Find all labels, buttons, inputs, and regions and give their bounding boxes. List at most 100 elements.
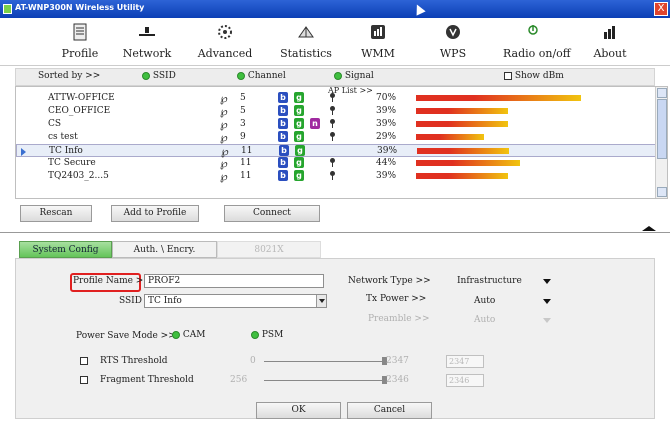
add-to-profile-button[interactable]: Add to Profile	[111, 205, 199, 222]
rts-value-box[interactable]: 2347	[446, 355, 484, 368]
ap-ssid: ATTW-OFFICE	[48, 93, 115, 103]
tx-power-value[interactable]: Auto	[474, 296, 495, 306]
preamble-dropdown-icon	[543, 318, 551, 323]
ssid-dropdown-icon[interactable]	[316, 295, 326, 307]
ap-signal-percent: 39%	[377, 146, 398, 156]
fragment-checkbox[interactable]	[80, 376, 88, 384]
toolbar-radio-label: Radio on/off	[503, 47, 571, 60]
signal-wave-icon: ℘	[220, 92, 228, 105]
ssid-combo[interactable]: TC Info	[144, 294, 327, 308]
signal-bar	[416, 134, 484, 140]
profile-name-label: Profile Name >>	[73, 276, 151, 286]
sort-ssid-option[interactable]: SSID	[142, 71, 176, 81]
toolbar-statistics-button[interactable]: Statistics	[276, 20, 336, 64]
802-11b-icon: b	[278, 92, 288, 103]
ap-row[interactable]: CEO_OFFICE ℘ 5 b g 39%	[16, 105, 656, 118]
collapse-arrow-icon[interactable]	[642, 226, 656, 231]
psm-label: PSM	[261, 330, 284, 340]
lock-icon	[330, 119, 335, 128]
cam-radio-icon[interactable]	[172, 330, 180, 339]
psm-option[interactable]: PSM	[251, 330, 283, 340]
ap-row[interactable]: cs test ℘ 9 b g 29%	[16, 131, 656, 144]
toolbar-wmm-button[interactable]: WMM	[348, 20, 408, 64]
psm-radio-icon[interactable]	[251, 330, 259, 339]
preamble-label: Preamble >>	[368, 314, 430, 324]
tab-system-config[interactable]: System Config	[19, 241, 112, 258]
cam-label: CAM	[182, 330, 206, 340]
ap-list-scrollbar[interactable]	[655, 87, 667, 198]
ap-row[interactable]: ATTW-OFFICE ℘ 5 b g 70%	[16, 92, 656, 105]
sort-channel-label: Channel	[247, 71, 286, 81]
tx-power-label: Tx Power >>	[366, 294, 427, 304]
signal-wave-icon: ℘	[220, 131, 228, 144]
802-11b-icon: b	[278, 118, 288, 129]
fragment-label: Fragment Threshold	[100, 375, 194, 385]
tx-power-dropdown-icon[interactable]	[543, 299, 551, 304]
network-type-label: Network Type >>	[348, 276, 431, 286]
ap-row[interactable]: TQ2403_2...5 ℘ 11 b g 39%	[16, 170, 656, 183]
system-config-panel: Profile Name >> PROF2 SSID >> TC Info Ne…	[15, 258, 655, 419]
toolbar-about-button[interactable]: About	[580, 20, 640, 64]
tab-auth-encry[interactable]: Auth. \ Encry.	[112, 241, 217, 258]
ap-channel: 9	[240, 132, 246, 142]
ap-signal-percent: 39%	[376, 106, 397, 116]
ap-signal-percent: 29%	[376, 132, 397, 142]
802-11g-icon: g	[295, 145, 305, 156]
802-11b-icon: b	[279, 145, 289, 156]
app-icon	[3, 4, 12, 14]
cancel-button[interactable]: Cancel	[347, 402, 432, 419]
tab-8021x[interactable]: 8021X	[217, 241, 321, 258]
802-11g-icon: g	[294, 131, 304, 142]
signal-bar	[416, 160, 520, 166]
channel-radio-icon	[237, 71, 245, 80]
rts-max: 2347	[386, 356, 409, 366]
connect-button[interactable]: Connect	[224, 205, 320, 222]
advanced-icon	[218, 25, 232, 39]
rts-checkbox[interactable]	[80, 357, 88, 365]
scroll-up-icon[interactable]	[657, 88, 667, 98]
rts-slider[interactable]	[264, 361, 384, 362]
config-area: System Config Auth. \ Encry. 8021X Profi…	[0, 233, 670, 422]
show-dbm-box[interactable]	[504, 71, 512, 80]
lock-icon	[330, 93, 335, 102]
close-button[interactable]: X	[654, 2, 668, 16]
network-type-value[interactable]: Infrastructure	[457, 276, 522, 286]
show-dbm-label: Show dBm	[514, 71, 564, 81]
ap-list[interactable]: AP List >> ATTW-OFFICE ℘ 5 b g 70% CEO_OFFICE ℘…	[15, 86, 668, 199]
sort-channel-option[interactable]: Channel	[237, 71, 286, 81]
ssid-radio-icon	[142, 71, 150, 80]
cam-option[interactable]: CAM	[172, 330, 205, 340]
statistics-icon	[298, 26, 314, 38]
rts-label: RTS Threshold	[100, 356, 168, 366]
ok-button[interactable]: OK	[256, 402, 341, 419]
rescan-button[interactable]: Rescan	[20, 205, 92, 222]
ap-row[interactable]: TC Secure ℘ 11 b g 44%	[16, 157, 656, 170]
802-11g-icon: g	[294, 157, 304, 168]
ap-row[interactable]: TC Info ℘ 11 b g 39%	[16, 144, 656, 158]
profile-name-input[interactable]: PROF2	[144, 274, 324, 288]
sort-signal-option[interactable]: Signal	[334, 71, 374, 81]
fragment-min: 256	[230, 375, 248, 385]
toolbar-advanced-button[interactable]: Advanced	[195, 20, 255, 64]
scroll-down-icon[interactable]	[657, 187, 667, 197]
ap-row[interactable]: CS ℘ 3 b g n 39%	[16, 118, 656, 131]
lock-icon	[330, 158, 335, 167]
fragment-slider[interactable]	[264, 380, 384, 381]
scroll-thumb[interactable]	[657, 99, 667, 159]
ap-channel: 11	[241, 146, 253, 156]
network-icon	[139, 27, 155, 36]
802-11b-icon: b	[278, 131, 288, 142]
show-dbm-checkbox[interactable]: Show dBm	[504, 71, 564, 81]
toolbar-profile-button[interactable]: Profile	[50, 20, 110, 64]
network-type-dropdown-icon[interactable]	[543, 279, 551, 284]
toolbar-wps-button[interactable]: WPS	[423, 20, 483, 64]
window-title: AT-WNP300N Wireless Utility	[15, 3, 145, 12]
fragment-value-box[interactable]: 2346	[446, 374, 484, 387]
ap-channel: 11	[240, 171, 252, 181]
ssid-value: TC Info	[148, 296, 182, 306]
toolbar-radio-button[interactable]: Radio on/off	[503, 20, 571, 64]
802-11b-icon: b	[278, 170, 288, 181]
ap-ssid: CEO_OFFICE	[48, 106, 111, 116]
lock-icon	[330, 106, 335, 115]
toolbar-network-button[interactable]: Network	[117, 20, 177, 64]
